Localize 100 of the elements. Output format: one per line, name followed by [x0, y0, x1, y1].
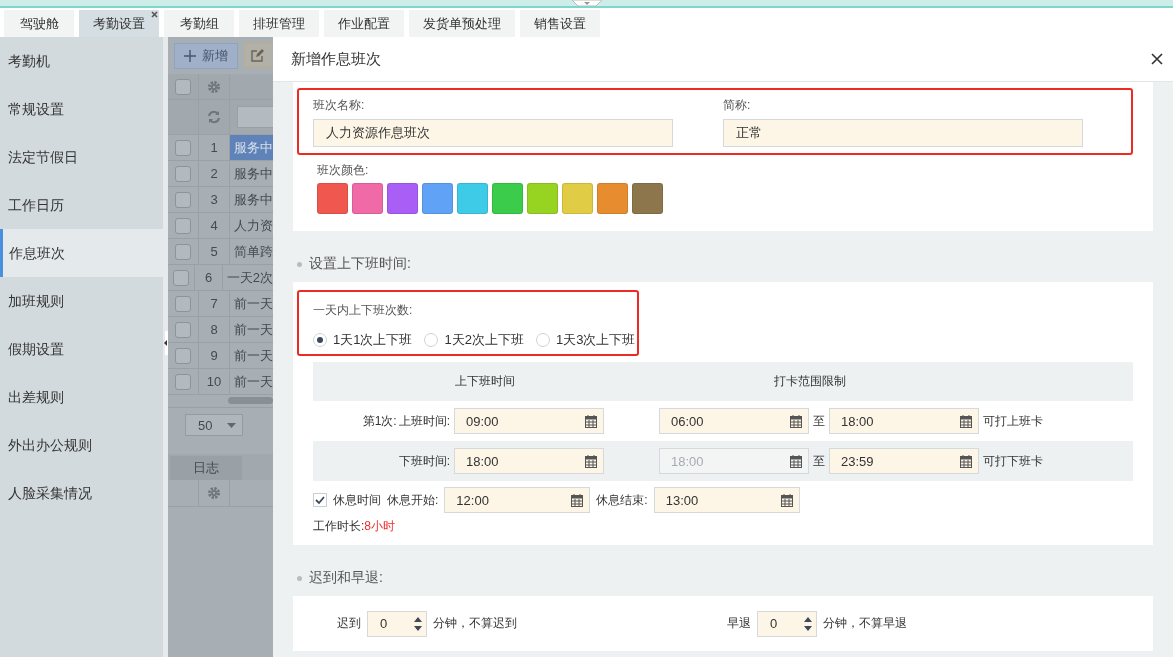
color-swatch[interactable]	[562, 183, 593, 214]
sidebar-item[interactable]: 假期设置	[0, 325, 163, 373]
row-checkbox[interactable]	[175, 321, 191, 338]
bullet-icon	[297, 261, 302, 267]
table-cell[interactable]: 服务中	[234, 164, 273, 183]
row-checkbox[interactable]	[175, 295, 191, 312]
section-title: 迟到和早退:	[309, 569, 383, 587]
row-number: 6	[204, 270, 213, 285]
tab[interactable]: 驾驶舱	[4, 10, 74, 37]
calendar-icon[interactable]	[571, 493, 584, 507]
caret-icon	[227, 422, 236, 428]
add-button[interactable]: 新增	[174, 43, 238, 69]
close-icon[interactable]	[1151, 53, 1163, 65]
field-label: 迟到	[337, 615, 361, 632]
edit-icon	[251, 48, 264, 62]
spinner-icon[interactable]	[413, 615, 423, 632]
color-swatch[interactable]	[457, 183, 488, 214]
row-number: 5	[210, 244, 218, 259]
time-field[interactable]: 18:00	[829, 408, 979, 434]
row-checkbox[interactable]	[175, 243, 191, 260]
radio-option[interactable]: 1天2次上下班	[424, 331, 524, 349]
row-checkbox[interactable]	[175, 347, 191, 364]
edit-button[interactable]	[244, 43, 273, 67]
select-all-checkbox[interactable]	[175, 78, 191, 95]
time-field[interactable]: 13:00	[653, 487, 800, 513]
sidebar-item[interactable]: 人脸采集情况	[0, 469, 163, 517]
color-swatch[interactable]	[492, 183, 523, 214]
row-number: 1	[210, 140, 218, 155]
field-label: 简称:	[723, 97, 752, 114]
number-field[interactable]: 0	[757, 610, 817, 637]
sidebar-item[interactable]: 作息班次	[0, 229, 163, 277]
calendar-icon[interactable]	[790, 414, 802, 428]
settings-icon	[207, 486, 221, 500]
tab[interactable]: 排班管理	[239, 10, 319, 37]
tab[interactable]: 考勤组	[164, 10, 234, 37]
sidebar-item[interactable]: 外出办公规则	[0, 421, 163, 469]
time-field[interactable]: 12:00	[444, 487, 591, 513]
scrollbar[interactable]	[228, 397, 273, 404]
row-number: 7	[210, 296, 218, 311]
hint-text: 可打下班卡	[983, 452, 1043, 470]
color-swatch[interactable]	[632, 183, 663, 214]
row-checkbox[interactable]	[175, 139, 191, 156]
sidebar-item[interactable]: 出差规则	[0, 373, 163, 421]
sidebar-item[interactable]: 工作日历	[0, 181, 163, 229]
tab[interactable]: 发货单预处理	[409, 10, 515, 37]
row-number: 2	[210, 166, 218, 181]
sidebar-item[interactable]: 常规设置	[0, 85, 163, 133]
field-label: 休息结束:	[596, 491, 648, 509]
section-title: 设置上下班时间:	[309, 255, 411, 273]
table-cell[interactable]: 人力资	[234, 216, 273, 235]
tab[interactable]: 销售设置	[520, 10, 600, 37]
number-field[interactable]: 0	[367, 610, 427, 637]
row-checkbox[interactable]	[175, 191, 191, 208]
color-swatch[interactable]	[597, 183, 628, 214]
column-header: 打卡范围限制	[772, 373, 847, 390]
range-separator: 至	[813, 412, 825, 430]
page-size-select[interactable]: 50	[185, 414, 243, 436]
table-cell[interactable]: 服务中	[234, 190, 273, 209]
color-swatch[interactable]	[527, 183, 558, 214]
row-checkbox[interactable]	[175, 165, 191, 182]
color-swatch[interactable]	[317, 183, 348, 214]
row-checkbox[interactable]	[175, 217, 191, 234]
row-number: 8	[210, 322, 218, 337]
row-label: 上班时间:	[398, 412, 450, 430]
spinner-icon[interactable]	[803, 615, 813, 632]
table-cell[interactable]: 简单跨	[234, 242, 273, 261]
name-field[interactable]: 人力资源作息班次	[313, 119, 673, 147]
settings-icon	[207, 79, 221, 94]
checkbox[interactable]	[313, 493, 327, 507]
filter-field[interactable]	[237, 106, 273, 128]
time-field[interactable]: 18:00	[454, 448, 604, 474]
field-label: 工作时长:	[313, 518, 365, 535]
color-swatch[interactable]	[387, 183, 418, 214]
close-icon[interactable]	[151, 11, 158, 18]
column-header: 上下班时间	[453, 373, 516, 390]
tab[interactable]: 作业配置	[324, 10, 404, 37]
calendar-icon[interactable]	[960, 414, 972, 428]
radio-option[interactable]: 1天1次上下班	[313, 331, 413, 349]
log-tab[interactable]: 日志	[170, 456, 242, 480]
color-swatch[interactable]	[352, 183, 383, 214]
short-name-field[interactable]: 正常	[723, 119, 1083, 147]
color-swatch[interactable]	[422, 183, 453, 214]
duration-value: 8小时	[364, 518, 396, 535]
calendar-icon[interactable]	[585, 454, 597, 468]
row-checkbox[interactable]	[173, 269, 190, 286]
time-field[interactable]: 23:59	[829, 448, 979, 474]
tab[interactable]: 考勤设置	[79, 10, 159, 37]
calendar-icon[interactable]	[960, 454, 972, 468]
range-separator: 至	[813, 452, 825, 470]
row-checkbox[interactable]	[175, 373, 191, 390]
radio-option[interactable]: 1天3次上下班	[535, 331, 636, 349]
calendar-icon[interactable]	[780, 493, 793, 507]
time-field[interactable]: 06:00	[659, 408, 809, 434]
sidebar-item[interactable]: 加班规则	[0, 277, 163, 325]
collapse-handle[interactable]	[571, 0, 602, 6]
sidebar-item[interactable]: 法定节假日	[0, 133, 163, 181]
time-field[interactable]: 09:00	[454, 408, 604, 434]
calendar-icon[interactable]	[585, 414, 597, 428]
field-label: 分钟，不算迟到	[433, 615, 517, 632]
sidebar-item[interactable]: 考勤机	[0, 37, 163, 85]
